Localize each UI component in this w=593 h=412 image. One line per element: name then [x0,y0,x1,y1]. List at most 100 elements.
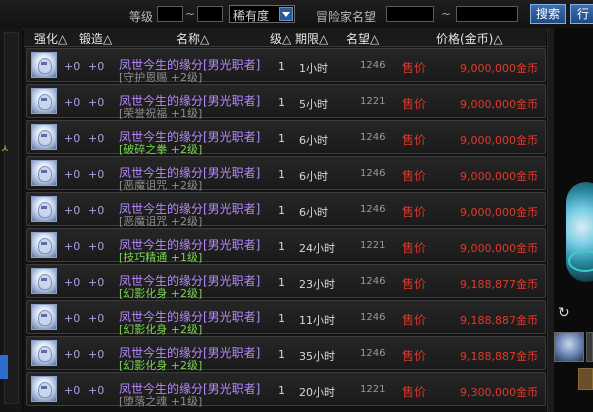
forge-value: +0 [88,132,105,145]
item-duration: 6小时 [299,206,328,219]
item-reputation: 1221 [360,240,386,251]
forge-value: +0 [88,204,105,217]
item-subtitle: [幻影化身 +2级] [119,359,203,372]
table-row[interactable]: +0 +0 凤世今生的缘分[男光职者] [恶魔诅咒 +2级] 1 6小时 124… [26,192,546,228]
item-icon [31,124,57,150]
item-price: 9,188,887金币 [460,350,538,363]
item-level: 1 [278,276,285,289]
sale-label: 售价 [402,385,427,399]
item-duration: 6小时 [299,134,328,147]
item-reputation: 1246 [360,60,386,71]
item-price: 9,188,887金币 [460,314,538,327]
item-subtitle: [破碎之拳 +2级] [119,143,203,156]
item-duration: 11小时 [299,314,335,327]
left-panel-bar [4,32,19,404]
auction-list: 强化△ 锻造△ 名称△ 级△ 期限△ 名望△ 价格(金币)△ +0 +0 凤世今… [24,28,546,412]
forge-value: +0 [88,60,105,73]
table-row[interactable]: +0 +0 凤世今生的缘分[男光职者] [堕落之魂 +1级] 1 20小时 12… [26,372,546,408]
side-slot-icon[interactable] [578,368,593,390]
table-row[interactable]: +0 +0 凤世今生的缘分[男光职者] [技巧精通 +1级] 1 24小时 12… [26,228,546,264]
item-level: 1 [278,204,285,217]
sale-label: 售价 [402,61,427,75]
sale-label: 售价 [402,349,427,363]
item-subtitle: [恶魔诅咒 +2级] [119,179,203,192]
item-reputation: 1246 [360,348,386,359]
column-header-enhance[interactable]: 强化△ [34,30,67,47]
item-icon [31,160,57,186]
item-icon [31,196,57,222]
item-subtitle: [恶魔诅咒 +2级] [119,215,203,228]
forge-value: +0 [88,384,105,397]
forge-value: +0 [88,348,105,361]
item-level: 1 [278,96,285,109]
sale-label: 售价 [402,313,427,327]
enhance-value: +0 [64,276,81,289]
item-icon [31,232,57,258]
column-header-level[interactable]: 级△ [270,30,291,47]
enhance-value: +0 [64,240,81,253]
item-duration: 6小时 [299,170,328,183]
item-reputation: 1246 [360,132,386,143]
table-row[interactable]: +0 +0 凤世今生的缘分[男光职者] [幻影化身 +2级] 1 23小时 12… [26,264,546,300]
enhance-value: +0 [64,348,81,361]
reputation-max-input[interactable] [456,6,518,22]
enhance-value: +0 [64,312,81,325]
item-subtitle: [荣誉祝福 +1级] [119,107,203,120]
level-max-input[interactable] [197,6,223,22]
table-row[interactable]: +0 +0 凤世今生的缘分[男光职者] [恶魔诅咒 +2级] 1 6小时 124… [26,156,546,192]
item-icon [31,340,57,366]
column-header-duration[interactable]: 期限△ [295,30,328,47]
reputation-min-input[interactable] [386,6,434,22]
item-price: 9,000,000金币 [460,134,538,147]
rarity-select[interactable]: 稀有度 [229,5,295,23]
refresh-icon[interactable]: ↻ [558,305,574,321]
table-scrollbar[interactable] [547,28,554,412]
item-level: 1 [278,132,285,145]
column-header-name[interactable]: 名称△ [176,30,209,47]
chevron-down-icon[interactable] [279,7,293,21]
level-range-separator: ~ [185,7,196,21]
forge-value: +0 [88,168,105,181]
table-row[interactable]: +0 +0 凤世今生的缘分[男光职者] [荣誉祝福 +1级] 1 5小时 122… [26,84,546,120]
item-icon [31,268,57,294]
item-icon [31,304,57,330]
column-header-reputation[interactable]: 名望△ [346,30,379,47]
item-level: 1 [278,60,285,73]
item-reputation: 1246 [360,312,386,323]
reputation-label: 冒险家名望 [316,10,377,24]
table-row[interactable]: +0 +0 凤世今生的缘分[男光职者] [幻影化身 +2级] 1 35小时 12… [26,336,546,372]
enhance-value: +0 [64,204,81,217]
sale-label: 售价 [402,97,427,111]
item-subtitle: [幻影化身 +2级] [119,287,203,300]
reputation-range-separator: ~ [441,7,452,21]
side-slot[interactable] [586,332,593,362]
item-reputation: 1246 [360,204,386,215]
item-price: 9,000,000金币 [460,206,538,219]
item-subtitle: [堕落之魂 +1级] [119,395,203,408]
search-button[interactable]: 搜索 [530,4,566,24]
item-level: 1 [278,348,285,361]
table-row[interactable]: +0 +0 凤世今生的缘分[男光职者] [守护恩赐 +2级] 1 1小时 124… [26,48,546,84]
sale-label: 售价 [402,169,427,183]
item-level: 1 [278,168,285,181]
item-duration: 20小时 [299,386,335,399]
item-icon [31,88,57,114]
item-duration: 23小时 [299,278,335,291]
filter-bar: 等级 ~ 稀有度 冒险家名望 ~ 搜索 行 [0,0,593,29]
table-row[interactable]: +0 +0 凤世今生的缘分[男光职者] [破碎之拳 +2级] 1 6小时 124… [26,120,546,156]
item-level: 1 [278,240,285,253]
item-price: 9,000,000金币 [460,98,538,111]
character-portrait-icon[interactable] [554,332,584,362]
level-label: 等级 [129,10,154,24]
next-button[interactable]: 行 [570,4,593,24]
item-reputation: 1221 [360,96,386,107]
table-header: 强化△ 锻造△ 名称△ 级△ 期限△ 名望△ 价格(金币)△ [24,28,546,47]
enhance-value: +0 [64,96,81,109]
item-icon [31,376,57,402]
table-row[interactable]: +0 +0 凤世今生的缘分[男光职者] [幻影化身 +2级] 1 11小时 12… [26,300,546,336]
column-header-price[interactable]: 价格(金币)△ [436,30,503,47]
column-header-forge[interactable]: 锻造△ [79,30,112,47]
item-price: 9,000,000金币 [460,170,538,183]
level-min-input[interactable] [157,6,183,22]
side-tab-label: ㅅ [0,142,8,155]
